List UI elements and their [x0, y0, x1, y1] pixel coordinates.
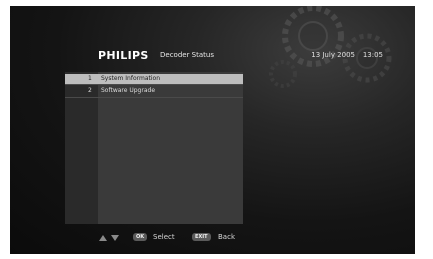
footer-key-hints: OK Select EXIT Back	[10, 232, 415, 244]
up-down-arrows-icon	[99, 235, 119, 241]
time-display: 13:05	[362, 51, 383, 59]
tv-screen: PHILIPS Decoder Status 13 July 2005 13:0…	[10, 6, 415, 254]
menu-panel: 1 System Information 2 Software Upgrade	[65, 72, 243, 224]
exit-key-label: Back	[218, 233, 235, 241]
date-display: 13 July 2005	[311, 51, 355, 59]
menu-item-number: 2	[88, 87, 92, 94]
menu-divider	[65, 84, 243, 85]
brand-logo: PHILIPS	[98, 49, 149, 62]
screen: PHILIPS Decoder Status 13 July 2005 13:0…	[0, 0, 433, 259]
ok-key-label: Select	[153, 233, 175, 241]
page-title: Decoder Status	[160, 51, 214, 59]
header: PHILIPS Decoder Status 13 July 2005 13:0…	[98, 49, 391, 63]
menu-item-label: System Information	[101, 75, 161, 82]
menu-item-software-upgrade[interactable]: 2 Software Upgrade	[65, 86, 243, 96]
exit-key-icon: EXIT	[192, 233, 211, 241]
menu-item-label: Software Upgrade	[101, 87, 156, 94]
menu-divider	[65, 97, 243, 98]
menu-item-number: 1	[88, 75, 92, 82]
ok-key-icon: OK	[133, 233, 148, 241]
menu-item-system-information[interactable]: 1 System Information	[65, 74, 243, 84]
